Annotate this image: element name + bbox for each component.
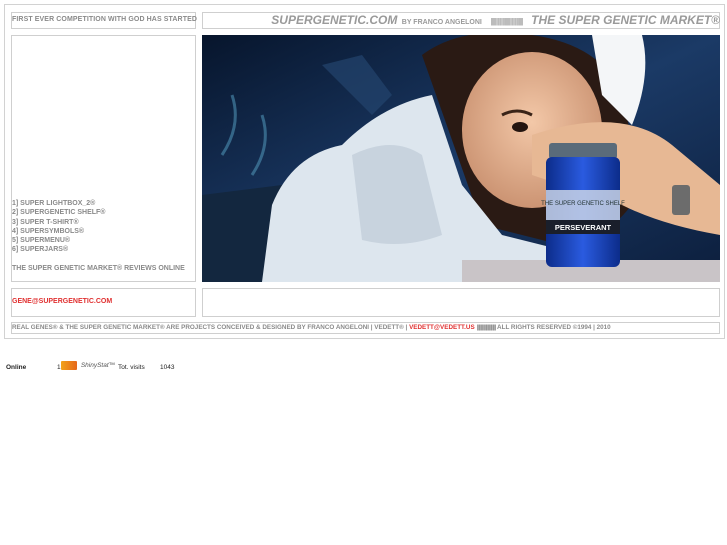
- footer: REAL GENES® & THE SUPER GENETIC MARKET® …: [12, 324, 611, 331]
- menu-item-reviews[interactable]: THE SUPER GENETIC MARKET® REVIEWS ONLINE: [12, 264, 185, 273]
- hero-photo-illustration: THE SUPER GENETIC SHELF PERSEVERANT: [202, 35, 720, 282]
- visits-count: 1043: [160, 364, 175, 371]
- menu-item-symbols[interactable]: 4] SUPERSYMBOLS®: [12, 227, 185, 236]
- shinystat-brand: ShinyStat™: [80, 362, 116, 370]
- by-line: BY FRANCO ANGELONI: [401, 19, 482, 26]
- market-title: THE SUPER GENETIC MARKET®: [531, 13, 720, 27]
- main-menu: 1] SUPER LIGHTBOX_2® 2] SUPERGENETIC SHE…: [12, 199, 185, 273]
- menu-item-shelf[interactable]: 2] SUPERGENETIC SHELF®: [12, 208, 185, 217]
- header-title: SUPERGENETIC.COM BY FRANCO ANGELONI ||||…: [271, 11, 720, 29]
- menu-item-tshirt[interactable]: 3] SUPER T-SHIRT®: [12, 218, 185, 227]
- visits-label: Tot. visits: [118, 364, 145, 371]
- menu-item-lightbox[interactable]: 1] SUPER LIGHTBOX_2®: [12, 199, 185, 208]
- jar-label-top: THE SUPER GENETIC SHELF: [541, 201, 625, 207]
- jar-label-main: PERSEVERANT: [555, 223, 612, 232]
- footer-email-link[interactable]: VEDETT@VEDETT.US: [409, 324, 475, 331]
- site-name[interactable]: SUPERGENETIC.COM: [271, 13, 397, 27]
- hero-photo: THE SUPER GENETIC SHELF PERSEVERANT: [202, 35, 720, 282]
- shinystat-badge[interactable]: ShinyStat™: [61, 361, 115, 370]
- info-box: [202, 288, 720, 317]
- online-label: Online: [6, 364, 27, 371]
- header-bars: ||||||||||||||||||||||||||||||: [490, 17, 523, 26]
- menu-item-supermenu[interactable]: 5] SUPERMENU®: [12, 236, 185, 245]
- footer-bars: ||||||||||||||||||||||||||||||: [476, 324, 496, 331]
- footer-rights: ALL RIGHTS RESERVED ©1994 | 2010: [497, 324, 611, 331]
- contact-email-link[interactable]: GENE@SUPERGENETIC.COM: [12, 298, 112, 305]
- tagline: FIRST EVER COMPETITION WITH GOD HAS STAR…: [12, 16, 198, 23]
- shinystat-icon: [61, 361, 77, 370]
- footer-credits: REAL GENES® & THE SUPER GENETIC MARKET® …: [12, 324, 408, 331]
- menu-item-superjars[interactable]: 6] SUPERJARS®: [12, 245, 185, 254]
